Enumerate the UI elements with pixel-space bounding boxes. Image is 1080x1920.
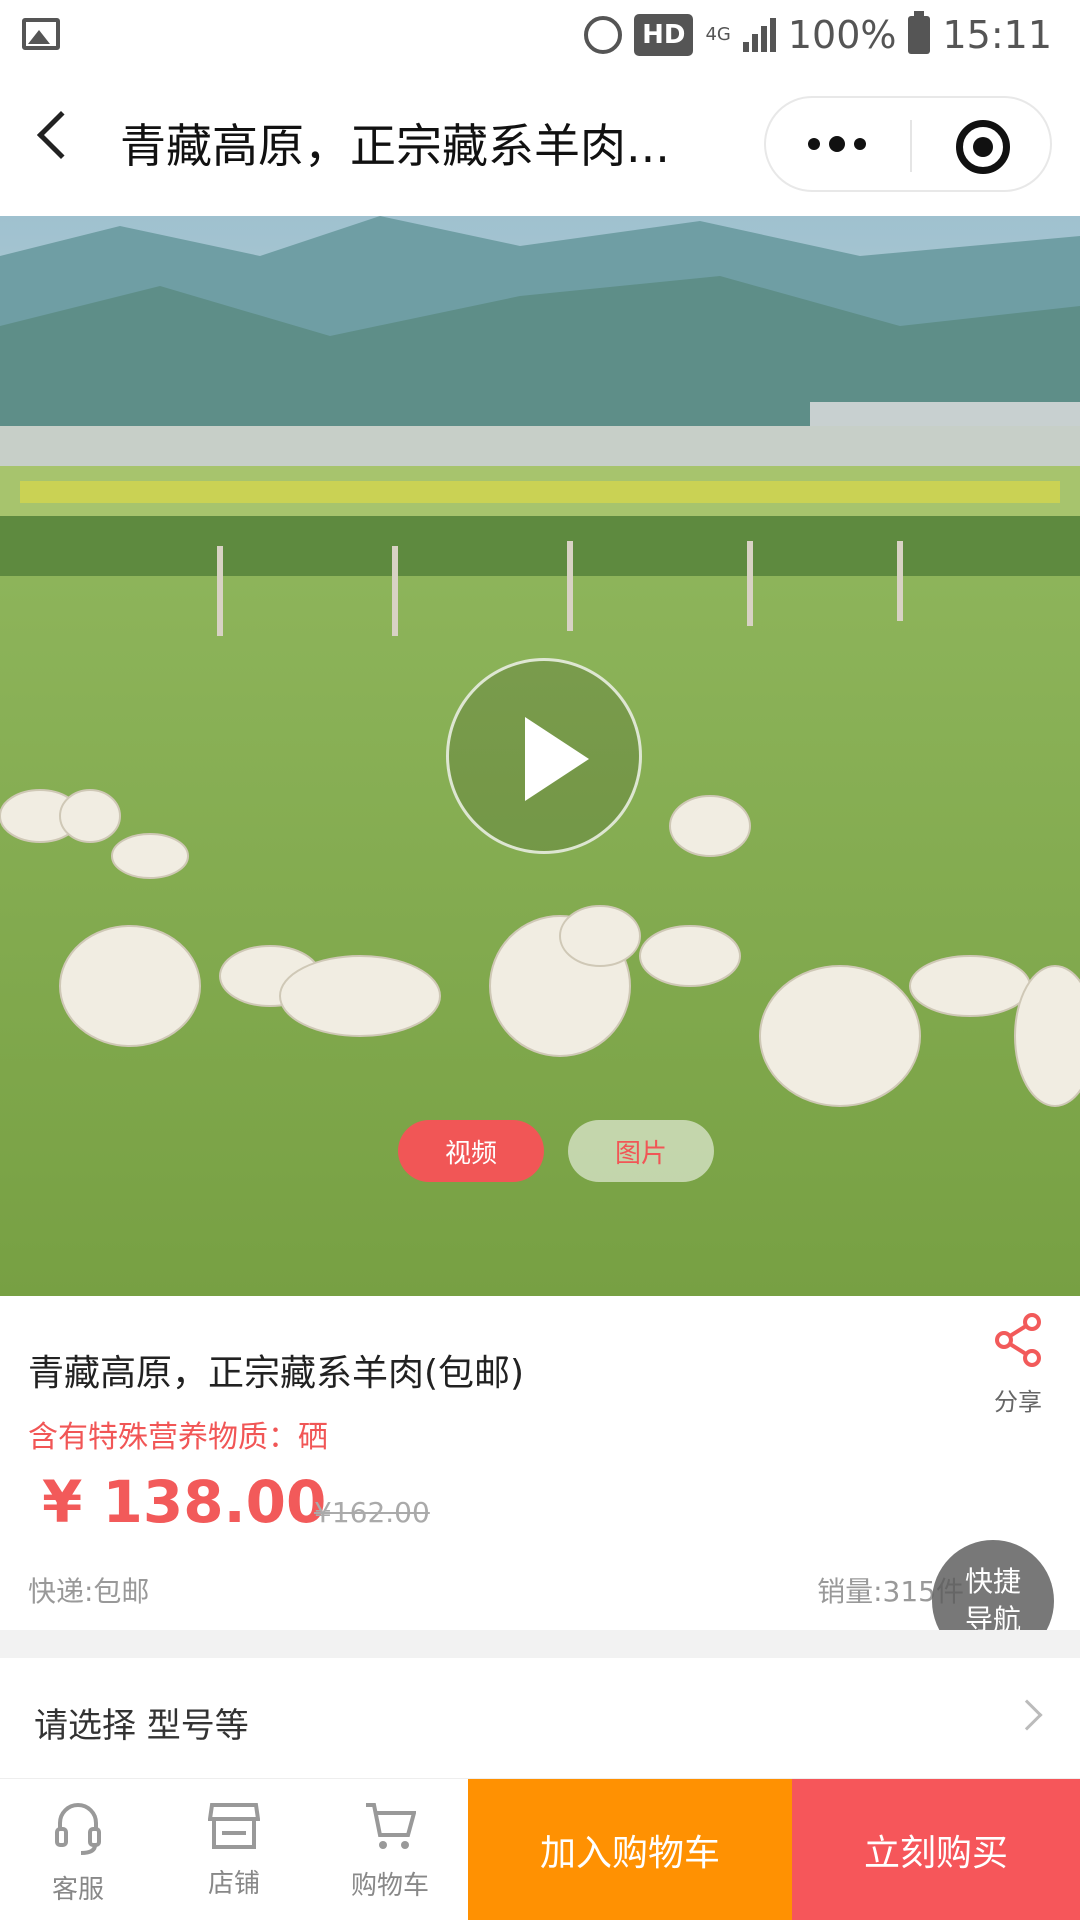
capsule-divider	[910, 120, 912, 172]
hd-badge: HD	[634, 14, 694, 56]
product-title: 青藏高原，正宗藏系羊肉(包邮)	[28, 1353, 525, 1394]
miniprogram-capsule	[764, 96, 1052, 192]
select-spec-row[interactable]: 请选择 型号等	[0, 1658, 1080, 1778]
share-button[interactable]: 分享	[988, 1312, 1048, 1417]
add-to-cart-button[interactable]: 加入购物车	[468, 1779, 792, 1920]
store-button[interactable]: 店铺	[156, 1779, 312, 1920]
select-spec-label: 请选择 型号等	[34, 1706, 249, 1746]
tab-video[interactable]: 视频	[398, 1120, 544, 1182]
shipping-info: 快递:包邮	[28, 1575, 150, 1608]
quick-nav-line1: 快捷	[964, 1565, 1021, 1598]
chevron-right-icon	[1011, 1699, 1043, 1731]
back-icon[interactable]	[36, 110, 86, 160]
bottom-action-bar: 客服 店铺 购物车 加入购物车 立刻购买	[0, 1778, 1080, 1920]
store-label: 店铺	[207, 1869, 260, 1899]
more-icon[interactable]	[808, 136, 866, 152]
customer-service-button[interactable]: 客服	[0, 1779, 156, 1920]
media-tabs: 视频 图片	[398, 1120, 714, 1182]
original-price: ¥162.00	[314, 1496, 430, 1529]
status-bar: HD 4G 100% 15:11	[0, 0, 1080, 70]
cart-button[interactable]: 购物车	[312, 1779, 468, 1920]
cart-label: 购物车	[350, 1871, 429, 1901]
signal-icon	[742, 18, 776, 52]
headset-icon	[55, 1803, 101, 1855]
customer-service-label: 客服	[51, 1875, 104, 1905]
product-media[interactable]: 视频 图片	[0, 216, 1080, 1296]
tab-images[interactable]: 图片	[568, 1120, 714, 1182]
close-miniprogram-icon[interactable]	[956, 120, 1010, 174]
share-label: 分享	[994, 1388, 1042, 1416]
nav-bar: 青藏高原，正宗藏系羊肉...	[0, 70, 1080, 216]
section-divider	[0, 1630, 1080, 1658]
battery-icon	[908, 11, 931, 54]
alarm-icon	[584, 16, 623, 54]
share-icon	[995, 1313, 1041, 1367]
buy-now-button[interactable]: 立刻购买	[792, 1779, 1080, 1920]
play-video-button[interactable]	[446, 658, 642, 854]
gallery-icon	[22, 18, 60, 50]
current-price: ¥ 138.00	[42, 1468, 327, 1536]
network-type: 4G	[705, 24, 731, 45]
store-icon	[208, 1803, 260, 1849]
product-highlight: 含有特殊营养物质：硒	[28, 1420, 328, 1455]
battery-percent: 100%	[787, 13, 897, 57]
page-title: 青藏高原，正宗藏系羊肉...	[120, 119, 670, 173]
product-info: 青藏高原，正宗藏系羊肉(包邮) 含有特殊营养物质：硒 ¥ 138.00 ¥162…	[0, 1296, 1080, 1630]
cart-icon	[366, 1803, 416, 1849]
status-indicators: HD 4G 100% 15:11	[584, 8, 1052, 62]
clock: 15:11	[942, 13, 1052, 57]
